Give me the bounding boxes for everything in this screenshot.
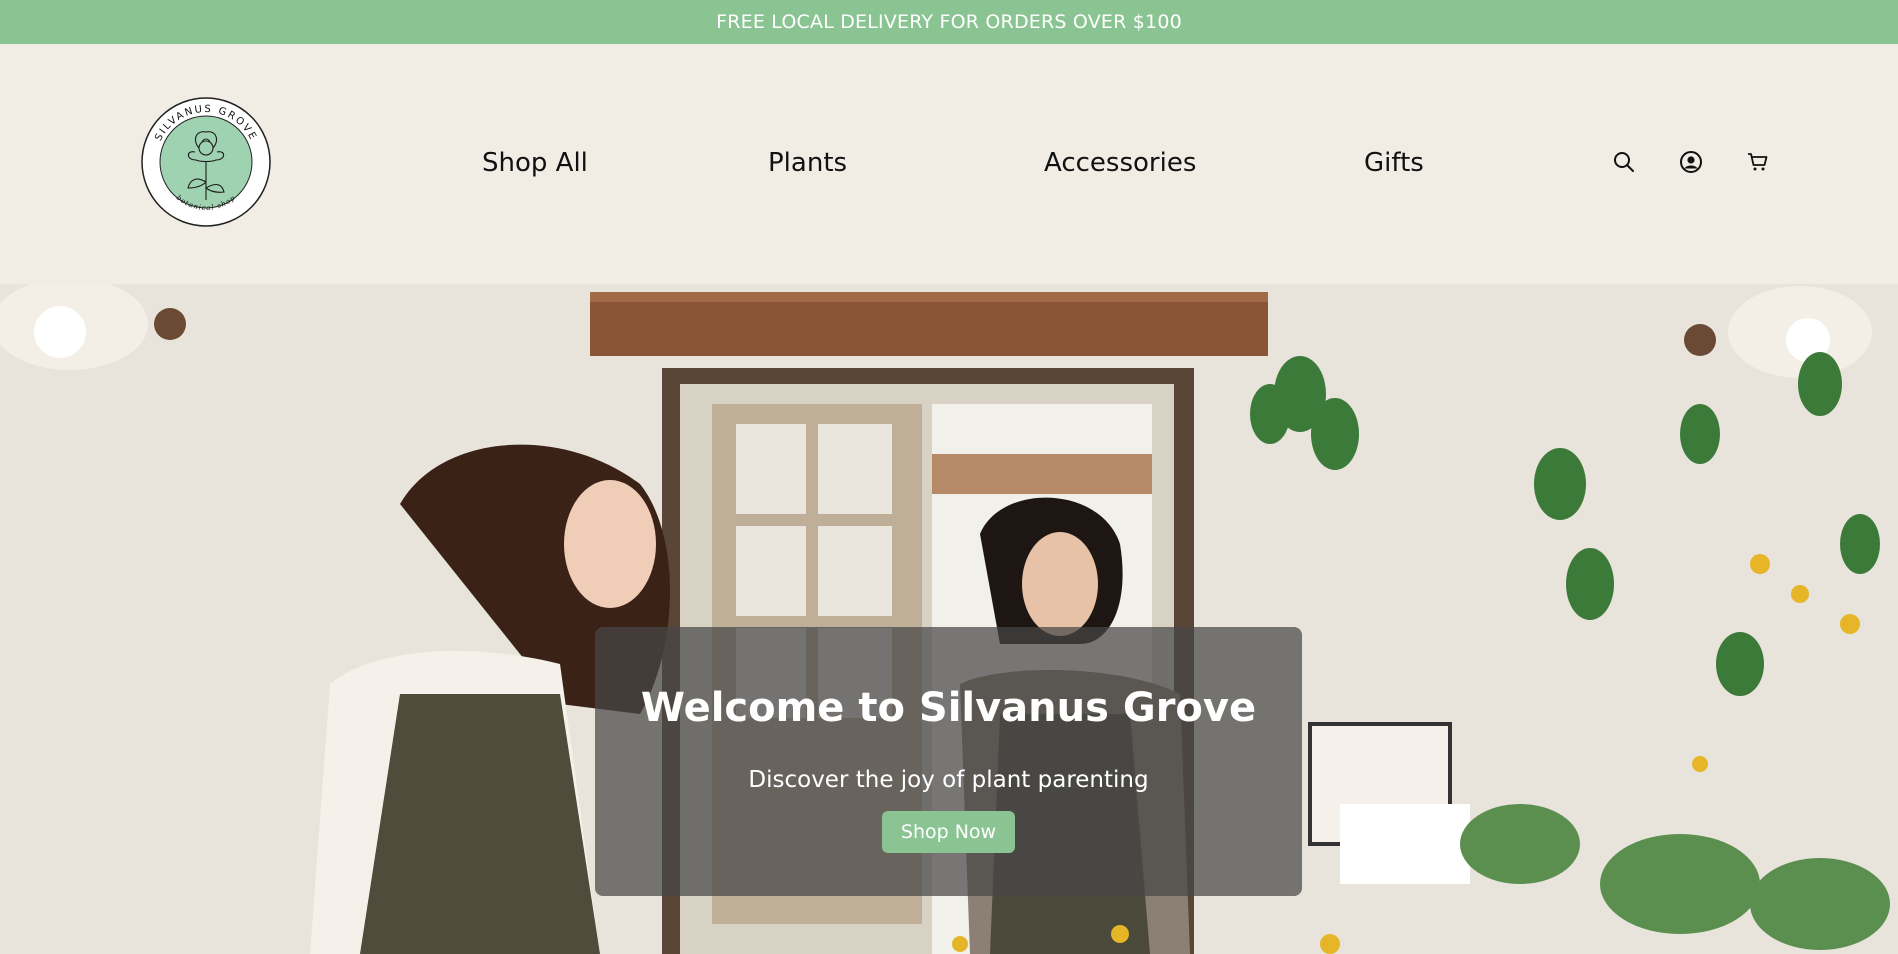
account-button[interactable] bbox=[1675, 146, 1707, 178]
site-logo[interactable]: SILVANUS GROVE botanical shop bbox=[140, 96, 272, 228]
account-icon bbox=[1680, 151, 1702, 173]
site-header: SILVANUS GROVE botanical shop Shop All P… bbox=[0, 44, 1898, 284]
shop-now-button[interactable]: Shop Now bbox=[881, 811, 1016, 853]
nav-plants[interactable]: Plants bbox=[768, 148, 847, 178]
hero-banner: Welcome to Silvanus Grove Discover the j… bbox=[0, 284, 1898, 954]
cart-button[interactable] bbox=[1742, 146, 1774, 178]
search-icon bbox=[1614, 152, 1634, 172]
nav-gifts[interactable]: Gifts bbox=[1364, 148, 1424, 178]
search-button[interactable] bbox=[1608, 146, 1640, 178]
announcement-bar: FREE LOCAL DELIVERY FOR ORDERS OVER $100 bbox=[0, 0, 1898, 44]
cart-icon bbox=[1748, 153, 1768, 171]
hero-title: Welcome to Silvanus Grove bbox=[640, 685, 1257, 731]
hero-overlay-card: Welcome to Silvanus Grove Discover the j… bbox=[595, 627, 1302, 896]
announcement-text: FREE LOCAL DELIVERY FOR ORDERS OVER $100 bbox=[716, 11, 1182, 33]
nav-shop-all[interactable]: Shop All bbox=[482, 148, 588, 178]
nav-accessories[interactable]: Accessories bbox=[1044, 148, 1196, 178]
logo-badge: SILVANUS GROVE botanical shop bbox=[141, 97, 271, 227]
hero-subtitle: Discover the joy of plant parenting bbox=[748, 767, 1149, 793]
